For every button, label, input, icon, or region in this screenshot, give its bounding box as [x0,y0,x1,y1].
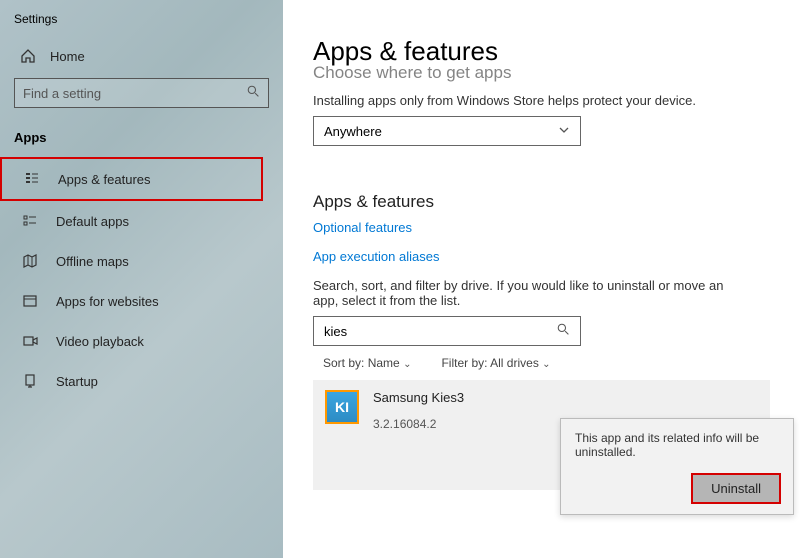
startup-icon [22,373,38,389]
sidebar-item-offline-maps[interactable]: Offline maps [0,241,283,281]
sidebar-item-label: Startup [56,374,98,389]
search-placeholder: Find a setting [23,86,101,101]
home-icon [20,48,36,64]
sidebar-item-label: Apps for websites [56,294,159,309]
sidebar-item-apps-websites[interactable]: Apps for websites [0,281,283,321]
app-text: Samsung Kies3 3.2.16084.2 [373,390,464,431]
optional-features-link[interactable]: Optional features [313,220,770,235]
search-value: kies [324,324,347,339]
app-execution-aliases-link[interactable]: App execution aliases [313,249,770,264]
sort-by-dropdown[interactable]: Sort by: Name ⌄ [323,356,411,370]
default-apps-icon [22,213,38,229]
dropdown-value: Anywhere [324,124,382,139]
sidebar: Settings Home Find a setting Apps Apps &… [0,0,283,558]
home-nav[interactable]: Home [0,38,283,78]
main-content: Apps & features Choose where to get apps… [283,0,800,558]
apps-features-heading: Apps & features [313,192,770,212]
chevron-down-icon: ⌄ [403,359,411,370]
sidebar-item-label: Default apps [56,214,129,229]
popup-text: This app and its related info will be un… [575,431,781,459]
app-icon-text: KI [335,399,349,415]
app-version: 3.2.16084.2 [373,417,464,431]
chevron-down-icon [558,124,570,139]
video-playback-icon [22,333,38,349]
list-desc: Search, sort, and filter by drive. If yo… [313,278,733,308]
sidebar-item-label: Video playback [56,334,144,349]
filter-by-dropdown[interactable]: Filter by: All drives ⌄ [441,356,550,370]
sidebar-title: Settings [0,8,283,38]
sidebar-item-startup[interactable]: Startup [0,361,283,401]
app-search-input[interactable]: kies [313,316,581,346]
sidebar-item-apps-features[interactable]: Apps & features [0,157,263,201]
sidebar-item-video-playback[interactable]: Video playback [0,321,283,361]
filter-value: All drives [490,356,539,370]
sort-value: Name [368,356,400,370]
choose-apps-subtitle: Choose where to get apps [313,63,770,83]
home-label: Home [50,49,85,64]
install-source-dropdown[interactable]: Anywhere [313,116,581,146]
app-icon: KI [325,390,359,424]
offline-maps-icon [22,253,38,269]
find-setting-input[interactable]: Find a setting [14,78,269,108]
search-icon [557,323,570,339]
category-label: Apps [0,126,283,157]
sidebar-item-default-apps[interactable]: Default apps [0,201,283,241]
uninstall-confirm-popup: This app and its related info will be un… [560,418,794,515]
app-name: Samsung Kies3 [373,390,464,405]
apps-features-icon [24,171,40,187]
store-desc: Installing apps only from Windows Store … [313,93,770,108]
chevron-down-icon: ⌄ [542,359,550,370]
search-icon [247,85,260,101]
sort-label: Sort by: [323,356,364,370]
filter-label: Filter by: [441,356,487,370]
filter-row: Sort by: Name ⌄ Filter by: All drives ⌄ [313,356,770,370]
uninstall-confirm-button[interactable]: Uninstall [691,473,781,504]
sidebar-item-label: Offline maps [56,254,129,269]
apps-websites-icon [22,293,38,309]
sidebar-item-label: Apps & features [58,172,151,187]
